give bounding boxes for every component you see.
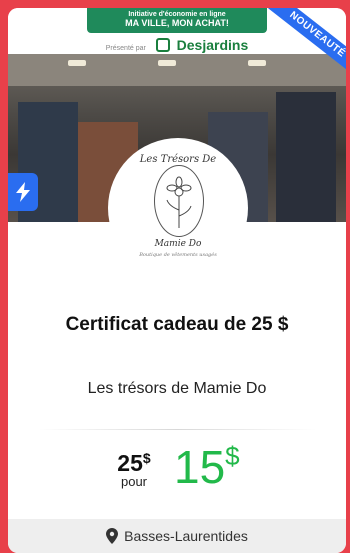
- pour-label: pour: [120, 474, 148, 489]
- merchant-name: Les trésors de Mamie Do: [87, 380, 267, 397]
- deal-card[interactable]: Initiative d'économie en ligne MA VILLE,…: [8, 8, 346, 553]
- banner-line2: MA VILLE, MON ACHAT!: [125, 18, 229, 28]
- location-region: Basses-Laurentides: [124, 528, 248, 544]
- price-block: 25$ pour 15$: [8, 441, 346, 508]
- photo-light: [158, 60, 176, 66]
- lightning-icon: [16, 182, 30, 202]
- map-pin-icon: [106, 528, 119, 544]
- deal-amount: 15: [174, 441, 226, 493]
- photo-ceiling: [8, 54, 346, 86]
- sponsor-name: Desjardins: [176, 37, 249, 53]
- original-value: 25$ pour: [110, 450, 158, 489]
- sponsor-row: Présenté par Desjardins: [8, 37, 346, 53]
- banner-campaign: Initiative d'économie en ligne MA VILLE,…: [87, 8, 267, 33]
- desjardins-logo-icon: [155, 38, 170, 52]
- original-amount: 25: [117, 450, 143, 476]
- merchant-logo: Les Trésors De Mamie Do Boutique de vête…: [108, 138, 248, 278]
- original-currency: $: [142, 450, 151, 466]
- flower-emblem: [154, 165, 204, 237]
- logo-tagline: Boutique de vêtements usagés: [139, 252, 217, 258]
- offer-title: Certificat cadeau de 25 $: [65, 314, 289, 335]
- photo-light: [248, 60, 266, 66]
- flower-icon: [166, 176, 192, 228]
- deal-price: 15$: [174, 440, 240, 494]
- deal-currency: $: [225, 441, 240, 471]
- logo-bottom-text: Mamie Do: [154, 239, 202, 249]
- logo-top-text: Les Trésors De: [139, 154, 217, 165]
- divider: [38, 429, 316, 430]
- photo-light: [68, 60, 86, 66]
- clothing-rack: [276, 92, 336, 222]
- lightning-badge: [8, 173, 38, 211]
- presented-by-label: Présenté par: [105, 45, 146, 52]
- location-bar: Basses-Laurentides: [8, 519, 346, 553]
- banner-line1: Initiative d'économie en ligne: [128, 11, 226, 18]
